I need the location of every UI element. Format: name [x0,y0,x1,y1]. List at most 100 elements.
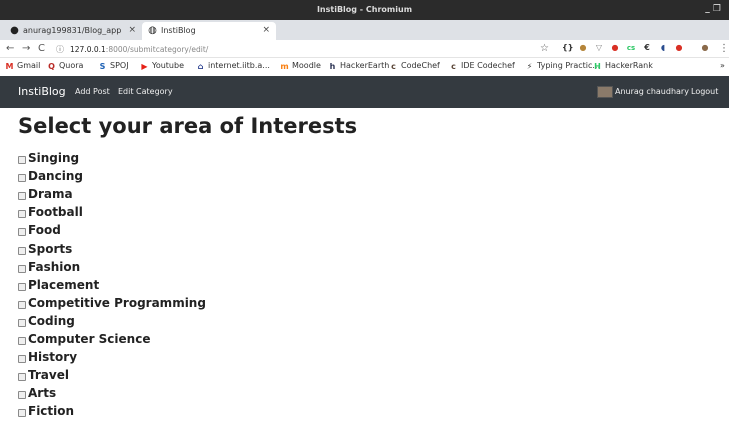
interest-checkbox[interactable] [18,228,26,237]
quora-icon: Q [48,62,55,71]
extension-json-icon[interactable]: {} [562,43,573,53]
interest-checkbox[interactable] [18,355,26,364]
interest-label[interactable]: Fashion [28,260,80,274]
interest-checkbox[interactable] [18,264,26,273]
interest-checkbox[interactable] [18,192,26,201]
reload-icon[interactable]: C [38,43,45,54]
interest-label[interactable]: Coding [28,314,75,328]
bookmark-label: Typing Practic... [537,61,601,70]
bookmark-label: IDE Codechef [461,61,515,70]
bookmark-item[interactable]: ⚡ Typing Practic... [525,61,600,71]
close-icon[interactable]: × [262,25,270,35]
interest-label[interactable]: Dancing [28,169,83,183]
interest-checkbox[interactable] [18,156,26,164]
bookmark-item[interactable]: ⌂ internet.iitb.a... [196,61,270,71]
extension-icon[interactable]: ● [610,43,620,53]
app-navbar: InstiBlog Add Post Edit Category Anurag … [0,76,729,108]
close-icon[interactable]: × [128,25,136,35]
logout-link[interactable]: Logout [691,87,718,96]
bookmark-label: internet.iitb.a... [208,61,270,70]
globe-icon: ◍ [148,25,157,36]
bookmarks-overflow-icon[interactable]: » [720,61,725,70]
extension-icon[interactable]: € [642,43,652,53]
interest-checkbox[interactable] [18,282,26,291]
interest-checkbox[interactable] [18,337,26,345]
bookmark-item[interactable]: ▶ Youtube [140,61,184,71]
interest-label[interactable]: History [28,350,77,364]
codechef-icon: c [391,62,396,71]
interest-checkbox[interactable] [18,210,26,219]
bolt-icon: ⚡ [526,62,533,71]
info-icon[interactable]: ⓘ [56,44,64,55]
bookmark-label: Quora [59,61,84,70]
browser-toolbar: ← → C ⓘ 127.0.0.1:8000/submitcategory/ed… [0,40,729,58]
gmail-icon: M [5,62,14,71]
interest-checkbox[interactable] [18,373,26,382]
url-host: 127.0.0.1 [70,45,106,54]
nav-add-post[interactable]: Add Post [75,87,110,96]
window-controls[interactable]: _ ❐ [705,4,721,14]
interest-checkbox[interactable] [18,318,26,327]
hackerrank-icon: H [594,62,601,71]
user-name[interactable]: Anurag chaudhary [615,87,689,96]
shield-icon[interactable]: ▽ [594,43,604,53]
codechef-icon: c [451,62,456,71]
interest-label[interactable]: Travel [28,368,69,382]
interest-label[interactable]: Football [28,205,83,219]
back-icon[interactable]: ← [6,43,14,54]
tab-label: anurag199831/Blog_app [23,26,122,35]
bookmark-item[interactable]: c IDE Codechef [449,61,515,71]
brand-logo[interactable]: InstiBlog [18,85,66,98]
interest-checkbox[interactable] [18,391,26,400]
menu-icon[interactable]: ⋮ [719,43,729,54]
building-icon: ⌂ [197,62,204,71]
interest-checkbox[interactable] [18,300,26,309]
bookmark-item[interactable]: M Gmail [5,61,41,71]
bookmarks-bar: M Gmail Q Quora S SPOJ ▶ Youtube ⌂ internet.iitb.… [0,58,729,76]
avatar [597,86,613,98]
interest-label[interactable]: Sports [28,242,72,256]
bookmark-label: HackerRank [605,61,653,70]
interest-checkbox[interactable] [18,409,26,418]
tab-instiblog[interactable]: ◍ InstiBlog × [142,22,276,40]
css-extension-icon[interactable]: cs [626,43,636,53]
address-bar[interactable]: ⓘ 127.0.0.1:8000/submitcategory/edit/ [55,41,535,57]
bookmark-item[interactable]: h HackerEarth [328,61,390,71]
bookmark-item[interactable]: c CodeChef [389,61,440,71]
bookmark-item[interactable]: m Moodle [280,61,321,71]
bookmark-item[interactable]: Q Quora [47,61,83,71]
nav-edit-category[interactable]: Edit Category [118,87,173,96]
interest-label[interactable]: Food [28,223,61,237]
interest-label[interactable]: Singing [28,151,79,165]
profile-avatar-icon[interactable]: ● [700,43,710,53]
interest-label[interactable]: Arts [28,386,56,400]
star-icon[interactable]: ☆ [540,43,549,54]
tab-github[interactable]: ● anurag199831/Blog_app × [4,22,142,40]
bookmark-label: Moodle [292,61,321,70]
moodle-icon: m [280,62,289,71]
adblock-icon[interactable]: ● [674,43,684,53]
bookmark-label: Youtube [152,61,184,70]
interest-label[interactable]: Fiction [28,404,74,418]
interest-label[interactable]: Drama [28,187,73,201]
tab-label: InstiBlog [161,26,196,35]
window-titlebar: InstiBlog - Chromium _ ❐ [0,0,729,20]
bookmark-item[interactable]: S SPOJ [98,61,129,71]
hackerearth-icon: h [329,62,336,71]
interest-checkbox[interactable] [18,174,26,183]
interest-label[interactable]: Placement [28,278,99,292]
bookmark-item[interactable]: H HackerRank [593,61,653,71]
bookmark-label: SPOJ [110,61,129,70]
forward-icon[interactable]: → [22,43,30,54]
bookmark-label: Gmail [17,61,41,70]
bookmark-label: CodeChef [401,61,440,70]
spoj-icon: S [99,62,106,71]
extension-icon[interactable]: ◖ [658,43,668,53]
interest-checkbox[interactable] [18,246,26,255]
github-icon: ● [10,25,19,36]
extension-icon[interactable]: ● [578,43,588,53]
interest-label[interactable]: Competitive Programming [28,296,206,310]
interest-label[interactable]: Computer Science [28,332,150,346]
page-title: Select your area of Interests [18,114,358,138]
youtube-icon: ▶ [141,62,148,71]
